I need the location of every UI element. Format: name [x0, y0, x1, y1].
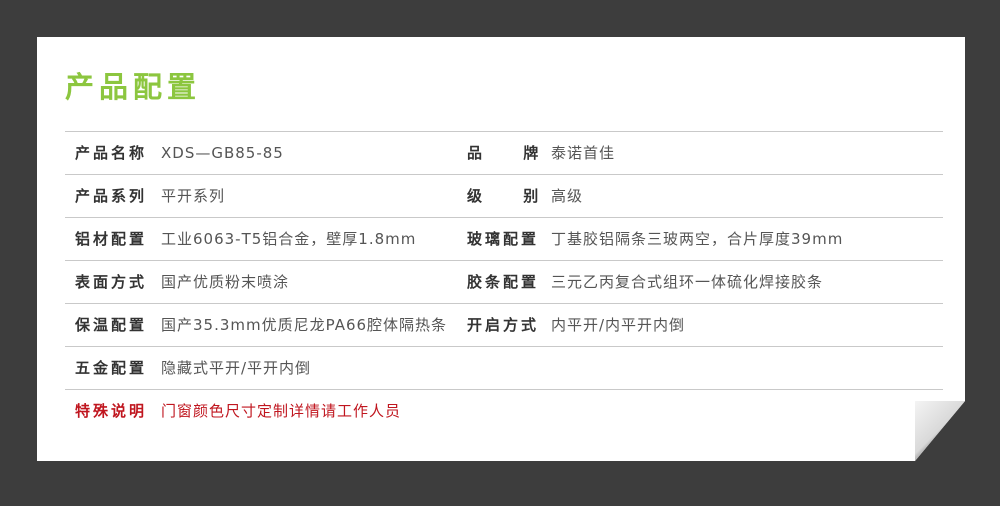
- label-glass: 玻璃配置: [467, 230, 540, 248]
- value-opening: 内平开/内平开内倒: [551, 316, 686, 334]
- value-grade: 高级: [551, 187, 584, 205]
- product-config-card: 产品配置 产品名称 XDS—GB85-85 品 牌 泰诺首佳 产品系列 平开系列…: [37, 37, 965, 461]
- spec-row-series: 产品系列 平开系列 级 别 高级: [65, 174, 943, 217]
- spec-table: 产品名称 XDS—GB85-85 品 牌 泰诺首佳 产品系列 平开系列 级 别 …: [65, 131, 943, 432]
- label-seal: 胶条配置: [467, 273, 540, 291]
- label-product-series: 产品系列: [75, 187, 148, 205]
- value-special-note: 门窗颜色尺寸定制详情请工作人员: [161, 402, 402, 420]
- label-special-note: 特殊说明: [75, 402, 148, 420]
- value-insulation: 国产35.3mm优质尼龙PA66腔体隔热条: [161, 316, 448, 334]
- label-aluminum: 铝材配置: [75, 230, 148, 248]
- section-title: 产品配置: [65, 70, 202, 104]
- value-hardware: 隐藏式平开/平开内倒: [161, 359, 312, 377]
- spec-row-name: 产品名称 XDS—GB85-85 品 牌 泰诺首佳: [65, 131, 943, 174]
- spec-row-hardware: 五金配置 隐藏式平开/平开内倒: [65, 346, 943, 389]
- label-insulation: 保温配置: [75, 316, 148, 334]
- spec-row-aluminum: 铝材配置 工业6063-T5铝合金，壁厚1.8mm 玻璃配置 丁基胶铝隔条三玻两…: [65, 217, 943, 260]
- label-grade: 级 别: [467, 187, 557, 205]
- value-product-series: 平开系列: [161, 187, 226, 205]
- value-surface: 国产优质粉末喷涂: [161, 273, 290, 291]
- label-surface: 表面方式: [75, 273, 148, 291]
- label-hardware: 五金配置: [75, 359, 148, 377]
- value-seal: 三元乙丙复合式组环一体硫化焊接胶条: [551, 273, 824, 291]
- value-aluminum: 工业6063-T5铝合金，壁厚1.8mm: [161, 230, 417, 248]
- spec-row-insulation: 保温配置 国产35.3mm优质尼龙PA66腔体隔热条 开启方式 内平开/内平开内…: [65, 303, 943, 346]
- spec-row-special: 特殊说明 门窗颜色尺寸定制详情请工作人员: [65, 389, 943, 432]
- page-curl-corner: [915, 401, 965, 461]
- value-product-name: XDS—GB85-85: [161, 144, 284, 162]
- spec-row-surface: 表面方式 国产优质粉末喷涂 胶条配置 三元乙丙复合式组环一体硫化焊接胶条: [65, 260, 943, 303]
- label-opening: 开启方式: [467, 316, 540, 334]
- value-glass: 丁基胶铝隔条三玻两空，合片厚度39mm: [551, 230, 844, 248]
- value-brand: 泰诺首佳: [551, 144, 616, 162]
- label-brand: 品 牌: [467, 144, 557, 162]
- label-product-name: 产品名称: [75, 144, 148, 162]
